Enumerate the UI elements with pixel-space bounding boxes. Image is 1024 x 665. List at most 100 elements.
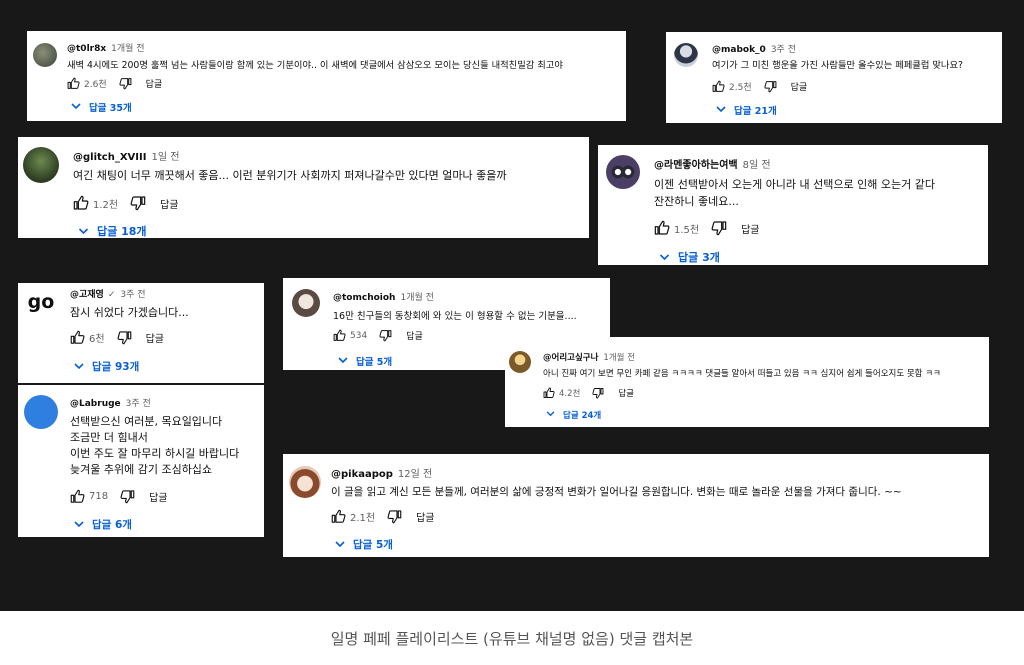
reply-button[interactable]: 답글 [741, 221, 759, 236]
like-icon[interactable] [333, 329, 346, 342]
avatar[interactable] [33, 43, 57, 67]
avatar[interactable] [289, 466, 321, 498]
comment-card-t0lr8x: @t0lr8x 1개월 전 새벽 4시에도 200명 훌쩍 넘는 사람들이랑 함… [27, 31, 626, 121]
chevron-down-icon [78, 225, 89, 238]
view-replies-button[interactable]: 답글 24개 [546, 409, 601, 421]
comment-author[interactable]: @Labruge [70, 399, 121, 409]
reply-button[interactable]: 답글 [146, 77, 163, 90]
comment-author[interactable]: @glitch_XVIII [73, 152, 146, 163]
comment-time[interactable]: 12일 전 [398, 465, 432, 480]
dislike-icon[interactable] [764, 80, 777, 93]
like-icon[interactable] [70, 489, 85, 504]
replies-count: 답글 3개 [678, 251, 720, 264]
like-count: 2.5천 [729, 83, 752, 93]
reply-button[interactable]: 답글 [406, 329, 423, 342]
dislike-icon[interactable] [379, 329, 392, 342]
comment-time[interactable]: 3주 전 [771, 42, 796, 55]
like-icon[interactable] [543, 387, 555, 399]
like-icon[interactable] [70, 330, 85, 345]
comment-author[interactable]: @mabok_0 [712, 45, 766, 55]
comment-author[interactable]: @라멘좋아하는여백 [654, 156, 738, 171]
like-count: 1.2천 [93, 199, 119, 211]
comment-time[interactable]: 1일 전 [151, 148, 179, 163]
comment-card-labruge: @Labruge 3주 전 선택받으신 여러분, 목요일입니다 조금만 더 힘내… [18, 385, 264, 537]
view-replies-button[interactable]: 답글 3개 [659, 249, 720, 265]
reply-button[interactable]: 답글 [416, 509, 434, 524]
replies-count: 답글 35개 [89, 103, 132, 114]
like-icon[interactable] [331, 509, 346, 524]
chevron-down-icon [74, 361, 84, 373]
replies-count: 답글 5개 [353, 539, 393, 551]
avatar[interactable] [509, 351, 531, 373]
comment-card-gojaeyoung: go @고재영 ✓ 3주 전 잠시 쉬었다 가겠습니다... 6천 답글 답글 … [18, 283, 264, 383]
comment-time[interactable]: 1개월 전 [603, 351, 635, 363]
view-replies-button[interactable]: 답글 35개 [71, 100, 132, 114]
view-replies-button[interactable]: 답글 5개 [338, 354, 392, 368]
chevron-down-icon [659, 251, 670, 264]
comment-card-ramen: @라멘좋아하는여백 8일 전 이젠 선택받아서 오는게 아니라 내 선택으로 인… [598, 145, 988, 265]
avatar[interactable] [23, 147, 59, 183]
avatar[interactable] [292, 289, 320, 317]
reply-button[interactable]: 답글 [791, 80, 808, 93]
avatar[interactable]: go [22, 287, 60, 317]
like-icon[interactable] [67, 77, 80, 90]
image-caption: 일명 페페 플레이리스트 (유튜브 채널명 없음) 댓글 캡처본 [330, 630, 694, 648]
comment-card-eorigo: @어리고싶구나 1개월 전 아니 진짜 여기 보면 무인 카페 같음 ㅋㅋㅋㅋ … [505, 337, 989, 427]
like-count: 718 [89, 491, 109, 502]
comment-author[interactable]: @t0lr8x [67, 44, 106, 54]
avatar[interactable] [674, 43, 698, 67]
comment-time[interactable]: 8일 전 [743, 156, 771, 171]
comment-text-line: 이젠 선택받아서 오는게 아니라 내 선택으로 인해 오는거 같다 [654, 178, 935, 191]
like-count: 2.1천 [350, 513, 376, 524]
chevron-down-icon [335, 539, 345, 551]
comment-author[interactable]: @tomchoioh [333, 293, 395, 303]
like-count: 2.6천 [84, 80, 107, 90]
comment-time[interactable]: 1개월 전 [111, 41, 144, 54]
dislike-icon[interactable] [117, 330, 132, 345]
replies-count: 답글 93개 [92, 361, 140, 373]
comment-card-mabok: @mabok_0 3주 전 여기가 그 미친 행운을 가진 사람들만 올수있는 … [666, 32, 1002, 123]
chevron-down-icon [716, 105, 726, 116]
dislike-icon[interactable] [130, 195, 146, 211]
view-replies-button[interactable]: 답글 21개 [716, 103, 777, 117]
replies-count: 답글 6개 [92, 519, 132, 531]
view-replies-button[interactable]: 답글 18개 [78, 223, 147, 238]
view-replies-button[interactable]: 답글 6개 [74, 517, 132, 532]
replies-count: 답글 21개 [734, 106, 777, 117]
view-replies-button[interactable]: 답글 93개 [74, 359, 139, 374]
comment-text-line: 늦겨울 추위에 감기 조심하십쇼 [70, 463, 213, 476]
comment-card-glitch: @glitch_XVIII 1일 전 여긴 채팅이 너무 깨끗해서 좋음... … [18, 137, 589, 238]
comment-time[interactable]: 3주 전 [120, 287, 145, 300]
comment-time[interactable]: 1개월 전 [400, 290, 433, 303]
comment-time[interactable]: 3주 전 [126, 396, 151, 409]
dislike-icon[interactable] [592, 387, 604, 399]
dislike-icon[interactable] [119, 77, 132, 90]
like-icon[interactable] [73, 195, 89, 211]
like-icon[interactable] [654, 220, 670, 236]
replies-count: 답글 24개 [563, 411, 602, 421]
comment-author[interactable]: @어리고싶구나 [543, 351, 598, 363]
dislike-icon[interactable] [120, 489, 135, 504]
chevron-down-icon [546, 410, 555, 420]
reply-button[interactable]: 답글 [618, 387, 634, 399]
comment-text: 이 글을 읽고 계신 모든 분들께, 여러분의 삶에 긍정적 변화가 일어나길 … [331, 486, 902, 498]
reply-button[interactable]: 답글 [146, 330, 164, 345]
avatar[interactable] [24, 395, 58, 429]
comment-author[interactable]: @고재영 [70, 287, 104, 300]
like-count: 6천 [89, 334, 105, 345]
like-icon[interactable] [712, 80, 725, 93]
comment-author[interactable]: @pikaapop [331, 469, 393, 480]
dislike-icon[interactable] [387, 509, 402, 524]
view-replies-button[interactable]: 답글 5개 [335, 537, 393, 552]
reply-button[interactable]: 답글 [149, 489, 167, 504]
dislike-icon[interactable] [711, 220, 727, 236]
screenshot-collage: @t0lr8x 1개월 전 새벽 4시에도 200명 훌쩍 넘는 사람들이랑 함… [0, 0, 1024, 611]
comment-card-pikaapop: @pikaapop 12일 전 이 글을 읽고 계신 모든 분들께, 여러분의 … [283, 454, 989, 557]
reply-button[interactable]: 답글 [160, 196, 178, 211]
comment-text: 여기가 그 미친 행운을 가진 사람들만 올수있는 페페클럽 맞나요? [712, 60, 963, 71]
like-count: 534 [350, 330, 368, 341]
chevron-down-icon [74, 519, 84, 531]
chevron-down-icon [338, 356, 348, 367]
like-count: 1.5천 [674, 224, 700, 236]
avatar[interactable] [606, 155, 640, 189]
